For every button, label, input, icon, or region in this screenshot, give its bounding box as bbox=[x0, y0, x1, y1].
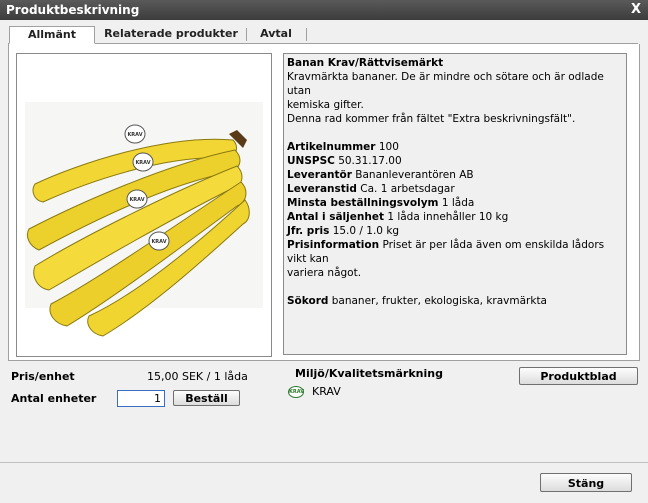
quantity-input[interactable] bbox=[117, 390, 165, 407]
footer-divider bbox=[0, 462, 648, 463]
eco-heading: Miljö/Kvalitetsmärkning bbox=[295, 367, 443, 380]
field-artikelnummer: Artikelnummer 100 bbox=[287, 141, 399, 153]
field-leverantor: Leverantör Bananleverantören AB bbox=[287, 169, 474, 181]
product-sheet-button[interactable]: Produktblad bbox=[519, 367, 638, 385]
tab-strip: Allmänt Relaterade produkter Avtal bbox=[8, 26, 638, 44]
description-line: Denna rad kommer från fältet "Extra besk… bbox=[287, 113, 576, 125]
field-unspsc: UNSPSC 50.31.17.00 bbox=[287, 155, 402, 167]
window-title: Produktbeskrivning bbox=[6, 3, 140, 17]
product-image-frame: KRAV KRAV KRAV KRAV bbox=[16, 53, 272, 357]
krav-icon: KRAV bbox=[288, 386, 304, 398]
field-jfr-pris: Jfr. pris 15.0 / 1.0 kg bbox=[287, 225, 400, 237]
field-prisinformation: Prisinformation Priset är per låda även … bbox=[287, 239, 605, 265]
price-value: 15,00 SEK / 1 låda bbox=[147, 370, 248, 383]
product-description: Banan Krav/Rättvisemärkt Kravmärkta bana… bbox=[283, 53, 627, 355]
field-antal-i-saljenhet: Antal i säljenhet 1 låda innehåller 10 k… bbox=[287, 211, 509, 223]
description-line: Kravmärkta bananer. De är mindre och söt… bbox=[287, 71, 604, 97]
tab-allmant[interactable]: Allmänt bbox=[9, 26, 95, 44]
eco-label: KRAV bbox=[312, 385, 341, 398]
sticker-text: KRAV bbox=[129, 197, 144, 203]
banana-image: KRAV KRAV KRAV KRAV bbox=[25, 102, 263, 337]
title-bar: Produktbeskrivning X bbox=[0, 0, 648, 20]
tab-separator bbox=[306, 28, 307, 41]
sticker-text: KRAV bbox=[135, 160, 150, 166]
sticker-text: KRAV bbox=[127, 132, 142, 138]
quantity-label: Antal enheter bbox=[11, 392, 97, 405]
field-minsta-bestallningsvolym: Minsta beställningsvolym 1 låda bbox=[287, 197, 475, 209]
sticker-text: KRAV bbox=[151, 239, 166, 245]
field-sokord: Sökord bananer, frukter, ekologiska, kra… bbox=[287, 295, 547, 307]
prisinformation-continued: variera något. bbox=[287, 267, 362, 279]
product-name: Banan Krav/Rättvisemärkt bbox=[287, 57, 444, 69]
tab-relaterade-produkter[interactable]: Relaterade produkter bbox=[98, 26, 244, 42]
order-button[interactable]: Beställ bbox=[173, 390, 240, 406]
close-icon[interactable]: X bbox=[631, 2, 641, 17]
tab-separator bbox=[246, 28, 247, 41]
field-leveranstid: Leveranstid Ca. 1 arbetsdagar bbox=[287, 183, 455, 195]
price-label: Pris/enhet bbox=[11, 370, 75, 383]
close-button[interactable]: Stäng bbox=[540, 473, 632, 492]
description-line: kemiska gifter. bbox=[287, 99, 364, 111]
tab-avtal[interactable]: Avtal bbox=[248, 26, 304, 42]
